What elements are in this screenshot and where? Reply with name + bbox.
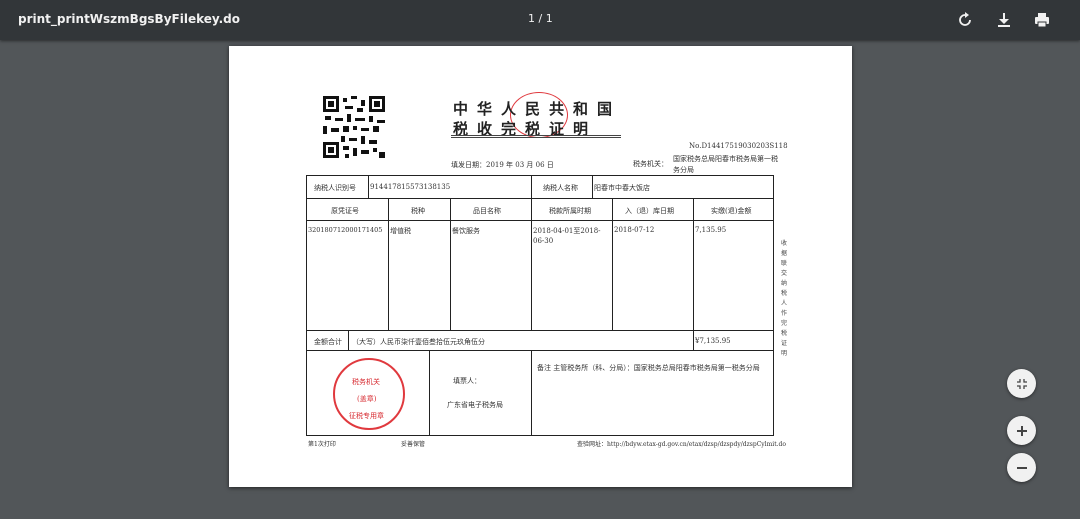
seal-text-office: 税务机关 — [352, 378, 380, 386]
zoom-out-icon — [1016, 466, 1027, 469]
tax-type: 增值税 — [390, 227, 411, 235]
taxpayer-name: 阳春市中春大饭店 — [594, 184, 650, 192]
amount: 7,135.95 — [695, 226, 727, 234]
table-rule — [531, 350, 532, 435]
taxpayer-id-label: 纳税人识别号 — [314, 184, 356, 192]
entry-date: 2018-07-12 — [614, 226, 655, 234]
ticket-number: No.D14417519030203S118 — [689, 142, 788, 150]
keep-safe-note: 妥善保管 — [401, 441, 426, 448]
page-indicator: 1 / 1 — [528, 12, 553, 25]
item-name: 餐饮服务 — [452, 227, 480, 235]
print-icon — [1035, 13, 1049, 28]
seal-text-bottom: 征税专用章 — [349, 412, 384, 420]
tax-office-label: 税务机关： — [633, 160, 668, 168]
column-header: 实缴(退)金额 — [711, 207, 752, 215]
table-rule — [307, 330, 773, 331]
qr-code-icon — [323, 96, 385, 158]
table-rule — [693, 330, 694, 350]
table-rule — [307, 220, 773, 221]
table-rule — [429, 350, 430, 435]
column-header: 税种 — [411, 207, 425, 215]
seal-text-ink: (盖章) — [357, 395, 377, 403]
side-note: 收据联 交纳税人作完税证明 — [780, 240, 787, 357]
column-header: 税款所属时期 — [549, 207, 591, 215]
print-count: 第1次打印 — [308, 441, 336, 448]
table-rule — [368, 176, 369, 198]
verify-url: 查验网址：http://bdyw.etax-gd.gov.cn/etax/dzs… — [577, 441, 786, 448]
column-header: 原凭证号 — [331, 207, 359, 215]
viewer-toolbar: print_printWszmBgsByFilekey.do 1 / 1 — [0, 0, 1080, 40]
zoom-out-button[interactable] — [1007, 453, 1036, 482]
download-button[interactable] — [994, 10, 1014, 30]
total-amount: ¥7,135.95 — [695, 337, 731, 345]
zoom-in-button[interactable] — [1007, 416, 1036, 445]
filler-label: 填票人： — [453, 377, 481, 385]
table-rule — [307, 350, 773, 351]
print-button[interactable] — [1032, 10, 1052, 30]
title-underline — [451, 137, 621, 138]
table-rule — [388, 198, 389, 330]
document-title: print_printWszmBgsByFilekey.do — [18, 12, 240, 26]
table-rule — [531, 176, 532, 198]
table-rule — [693, 198, 694, 330]
table-rule — [307, 198, 773, 199]
column-header: 品目名称 — [473, 207, 501, 215]
fit-page-button[interactable] — [1007, 369, 1036, 398]
column-header: 入（退）库日期 — [625, 207, 674, 215]
document-page: 中华人民共和国 税收完税证明 No.D14417519030203S118 填发… — [229, 46, 852, 487]
table-rule — [348, 330, 349, 350]
table-rule — [531, 198, 532, 330]
taxpayer-id: 914417815573138135 — [370, 183, 451, 191]
table-rule — [592, 176, 593, 198]
remark: 备注 主管税务所（科、分局）：国家税务总局阳春市税务局第一税务分局 — [537, 364, 760, 372]
rotate-icon — [959, 12, 971, 26]
taxpayer-name-label: 纳税人名称 — [543, 184, 578, 192]
total-in-words: （大写）人民币柒仟壹佰叁拾伍元玖角伍分 — [352, 338, 485, 346]
table-rule — [612, 198, 613, 330]
document-title-line1: 中华人民共和国 — [453, 100, 622, 118]
rotate-button[interactable] — [955, 10, 975, 30]
voucher-number: 320180712000171405 — [308, 226, 383, 234]
table-rule — [450, 198, 451, 330]
fill-date: 填发日期：2019 年 03 月 06 日 — [451, 161, 554, 169]
filler-value: 广东省电子税务局 — [447, 401, 503, 409]
tax-office-value: 国家税务总局阳春市税务局第一税务分局 — [673, 155, 778, 174]
fit-page-icon — [1016, 378, 1027, 389]
download-icon — [998, 13, 1010, 27]
zoom-in-icon — [1016, 425, 1027, 436]
total-label: 金额合计 — [314, 338, 342, 346]
tax-period: 2018-04-01至2018-06-30 — [533, 227, 601, 245]
title-underline — [451, 135, 621, 136]
